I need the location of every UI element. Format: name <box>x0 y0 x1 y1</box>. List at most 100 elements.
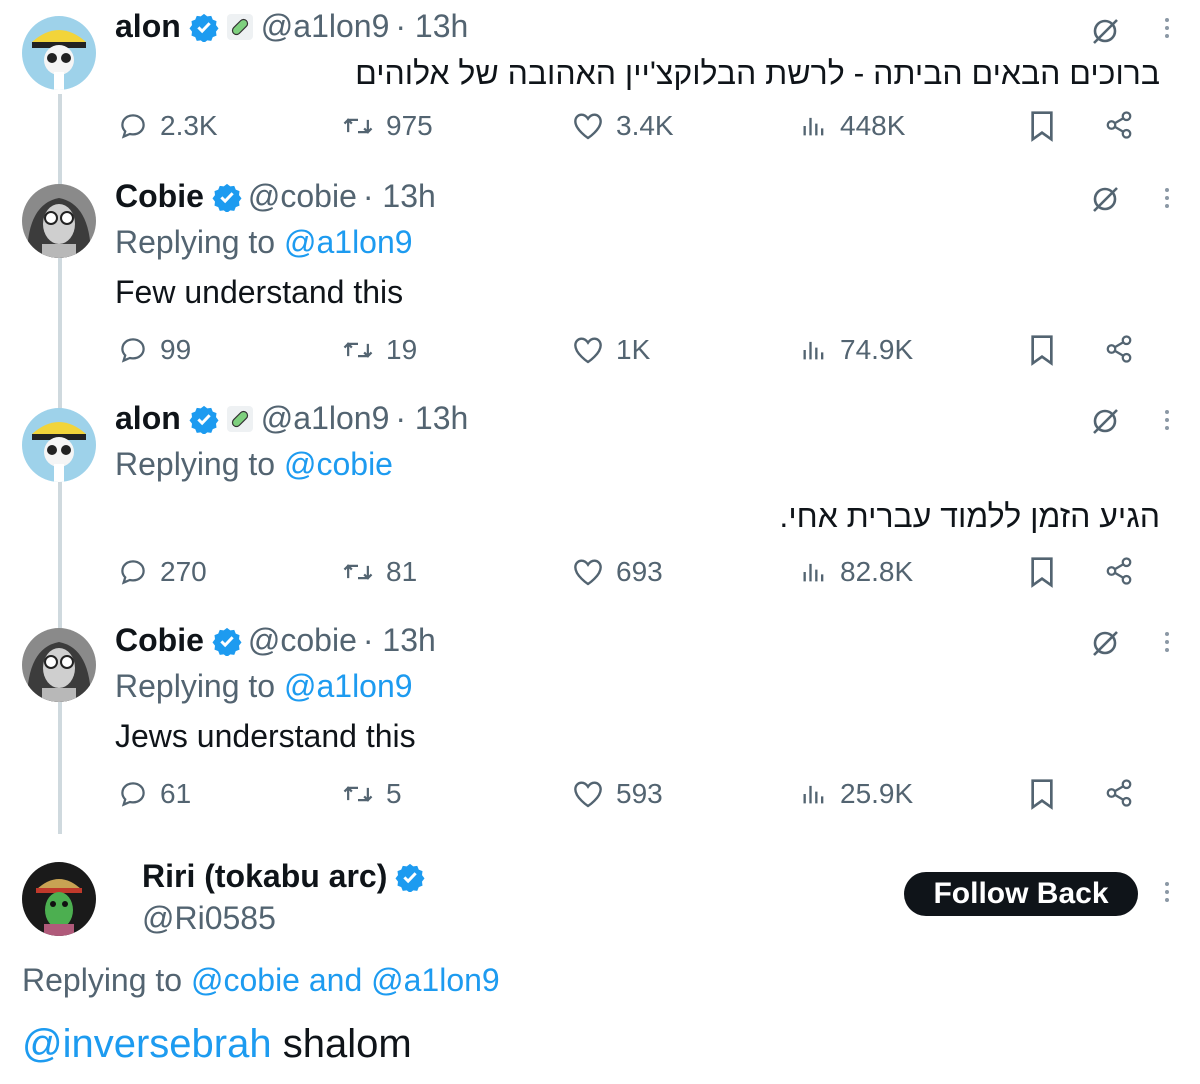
more-icon[interactable] <box>1160 188 1174 212</box>
verified-badge-icon <box>395 862 425 892</box>
tweet-actions: 270 81 693 82.8K <box>0 556 1200 596</box>
repost-count: 975 <box>386 110 433 141</box>
handle[interactable]: @cobie <box>248 622 357 659</box>
replying-to: Replying to @cobie and @a1lon9 <box>22 962 500 999</box>
replying-to: Replying to @cobie <box>115 446 393 483</box>
avatar[interactable] <box>22 184 96 258</box>
grok-icon[interactable] <box>1090 406 1120 441</box>
repost-button[interactable]: 19 <box>342 334 417 366</box>
tweet-text: ברוכים הבאים הביתה - לרשת הבלוקצ'יין האה… <box>355 55 1160 91</box>
views-count: 74.9K <box>840 334 914 365</box>
repost-button[interactable]: 975 <box>342 110 433 142</box>
replying-prefix: Replying to <box>115 224 276 260</box>
views-button[interactable]: 82.8K <box>800 556 913 588</box>
timestamp[interactable]: · 13h <box>363 178 436 215</box>
bookmark-icon[interactable] <box>1028 110 1068 142</box>
replying-and: and <box>308 962 363 998</box>
mention-link[interactable]: @inversebrah <box>22 1022 272 1066</box>
reply-header: Riri (tokabu arc) <box>142 858 431 895</box>
grok-icon[interactable] <box>1090 184 1120 219</box>
replying-prefix: Replying to <box>22 962 183 998</box>
tweet[interactable]: Cobie @cobie · 13h Replying to @a1lon9 F… <box>0 170 1200 392</box>
display-name[interactable]: Cobie <box>115 622 204 659</box>
share-icon[interactable] <box>1104 778 1146 808</box>
avatar[interactable] <box>22 628 96 702</box>
reply-button[interactable]: 61 <box>118 778 191 810</box>
share-icon[interactable] <box>1104 556 1146 586</box>
views-button[interactable]: 25.9K <box>800 778 913 810</box>
tweet[interactable]: Cobie @cobie · 13h Replying to @a1lon9 J… <box>0 614 1200 836</box>
display-name[interactable]: alon <box>115 400 181 437</box>
timestamp[interactable]: · 13h <box>363 622 436 659</box>
mention-link[interactable]: @a1lon9 <box>371 962 500 998</box>
pill-icon <box>225 12 255 42</box>
more-icon[interactable] <box>1160 882 1174 906</box>
reply-body: shalom <box>282 1022 412 1066</box>
tweet-text: הגיע הזמן ללמוד עברית אחי. <box>779 498 1160 534</box>
display-name[interactable]: alon <box>115 8 181 45</box>
reply-count: 270 <box>160 556 207 587</box>
like-button[interactable]: 3.4K <box>572 110 674 142</box>
replying-prefix: Replying to <box>115 446 276 482</box>
repost-button[interactable]: 5 <box>342 778 402 810</box>
repost-count: 19 <box>386 334 418 365</box>
like-count: 1K <box>616 334 651 365</box>
tweet-text: Few understand this <box>115 274 404 310</box>
share-icon[interactable] <box>1104 334 1146 364</box>
like-button[interactable]: 693 <box>572 556 663 588</box>
views-button[interactable]: 448K <box>800 110 905 142</box>
grok-icon[interactable] <box>1090 16 1120 51</box>
more-icon[interactable] <box>1160 18 1174 42</box>
reply-button[interactable]: 270 <box>118 556 207 588</box>
like-count: 593 <box>616 778 663 809</box>
timestamp[interactable]: · 13h <box>395 400 468 437</box>
reply-button[interactable]: 99 <box>118 334 191 366</box>
like-button[interactable]: 1K <box>572 334 650 366</box>
views-count: 82.8K <box>840 556 914 587</box>
follow-back-button[interactable]: Follow Back <box>904 872 1138 916</box>
like-count: 693 <box>616 556 663 587</box>
reply-text: @inversebrah shalom <box>22 1022 412 1067</box>
handle[interactable]: @a1lon9 <box>261 400 390 437</box>
avatar[interactable] <box>22 408 96 482</box>
bookmark-icon[interactable] <box>1028 334 1068 366</box>
views-count: 25.9K <box>840 778 914 809</box>
tweet-actions: 99 19 1K 74.9K <box>0 334 1200 374</box>
views-button[interactable]: 74.9K <box>800 334 913 366</box>
reply-count: 99 <box>160 334 192 365</box>
display-name[interactable]: Cobie <box>115 178 204 215</box>
tweet[interactable]: alon @a1lon9 · 13h ברוכים הבאים הביתה - … <box>0 0 1200 170</box>
bookmark-icon[interactable] <box>1028 778 1068 810</box>
verified-badge-icon <box>212 182 242 212</box>
verified-badge-icon <box>189 12 219 42</box>
tweet-actions: 61 5 593 25.9K <box>0 778 1200 818</box>
like-count: 3.4K <box>616 110 674 141</box>
tweet-text: Jews understand this <box>115 718 416 754</box>
reply-count: 2.3K <box>160 110 218 141</box>
mention-link[interactable]: @cobie <box>284 446 393 482</box>
tweet-header: alon @a1lon9 · 13h <box>115 400 468 437</box>
handle[interactable]: @Ri0585 <box>142 900 276 937</box>
tweet-header: Cobie @cobie · 13h <box>115 622 436 659</box>
reply-button[interactable]: 2.3K <box>118 110 218 142</box>
tweet[interactable]: alon @a1lon9 · 13h Replying to @cobie הג… <box>0 392 1200 614</box>
bookmark-icon[interactable] <box>1028 556 1068 588</box>
avatar[interactable] <box>22 16 96 90</box>
handle[interactable]: @cobie <box>248 178 357 215</box>
mention-link[interactable]: @cobie <box>191 962 300 998</box>
more-icon[interactable] <box>1160 632 1174 656</box>
repost-count: 5 <box>386 778 402 809</box>
avatar[interactable] <box>22 862 96 936</box>
tweet-header: alon @a1lon9 · 13h <box>115 8 468 45</box>
display-name[interactable]: Riri (tokabu arc) <box>142 858 387 895</box>
like-button[interactable]: 593 <box>572 778 663 810</box>
grok-icon[interactable] <box>1090 628 1120 663</box>
share-icon[interactable] <box>1104 110 1146 140</box>
timestamp[interactable]: · 13h <box>395 8 468 45</box>
mention-link[interactable]: @a1lon9 <box>284 668 413 704</box>
mention-link[interactable]: @a1lon9 <box>284 224 413 260</box>
more-icon[interactable] <box>1160 410 1174 434</box>
handle[interactable]: @a1lon9 <box>261 8 390 45</box>
repost-button[interactable]: 81 <box>342 556 417 588</box>
replying-to: Replying to @a1lon9 <box>115 668 413 705</box>
